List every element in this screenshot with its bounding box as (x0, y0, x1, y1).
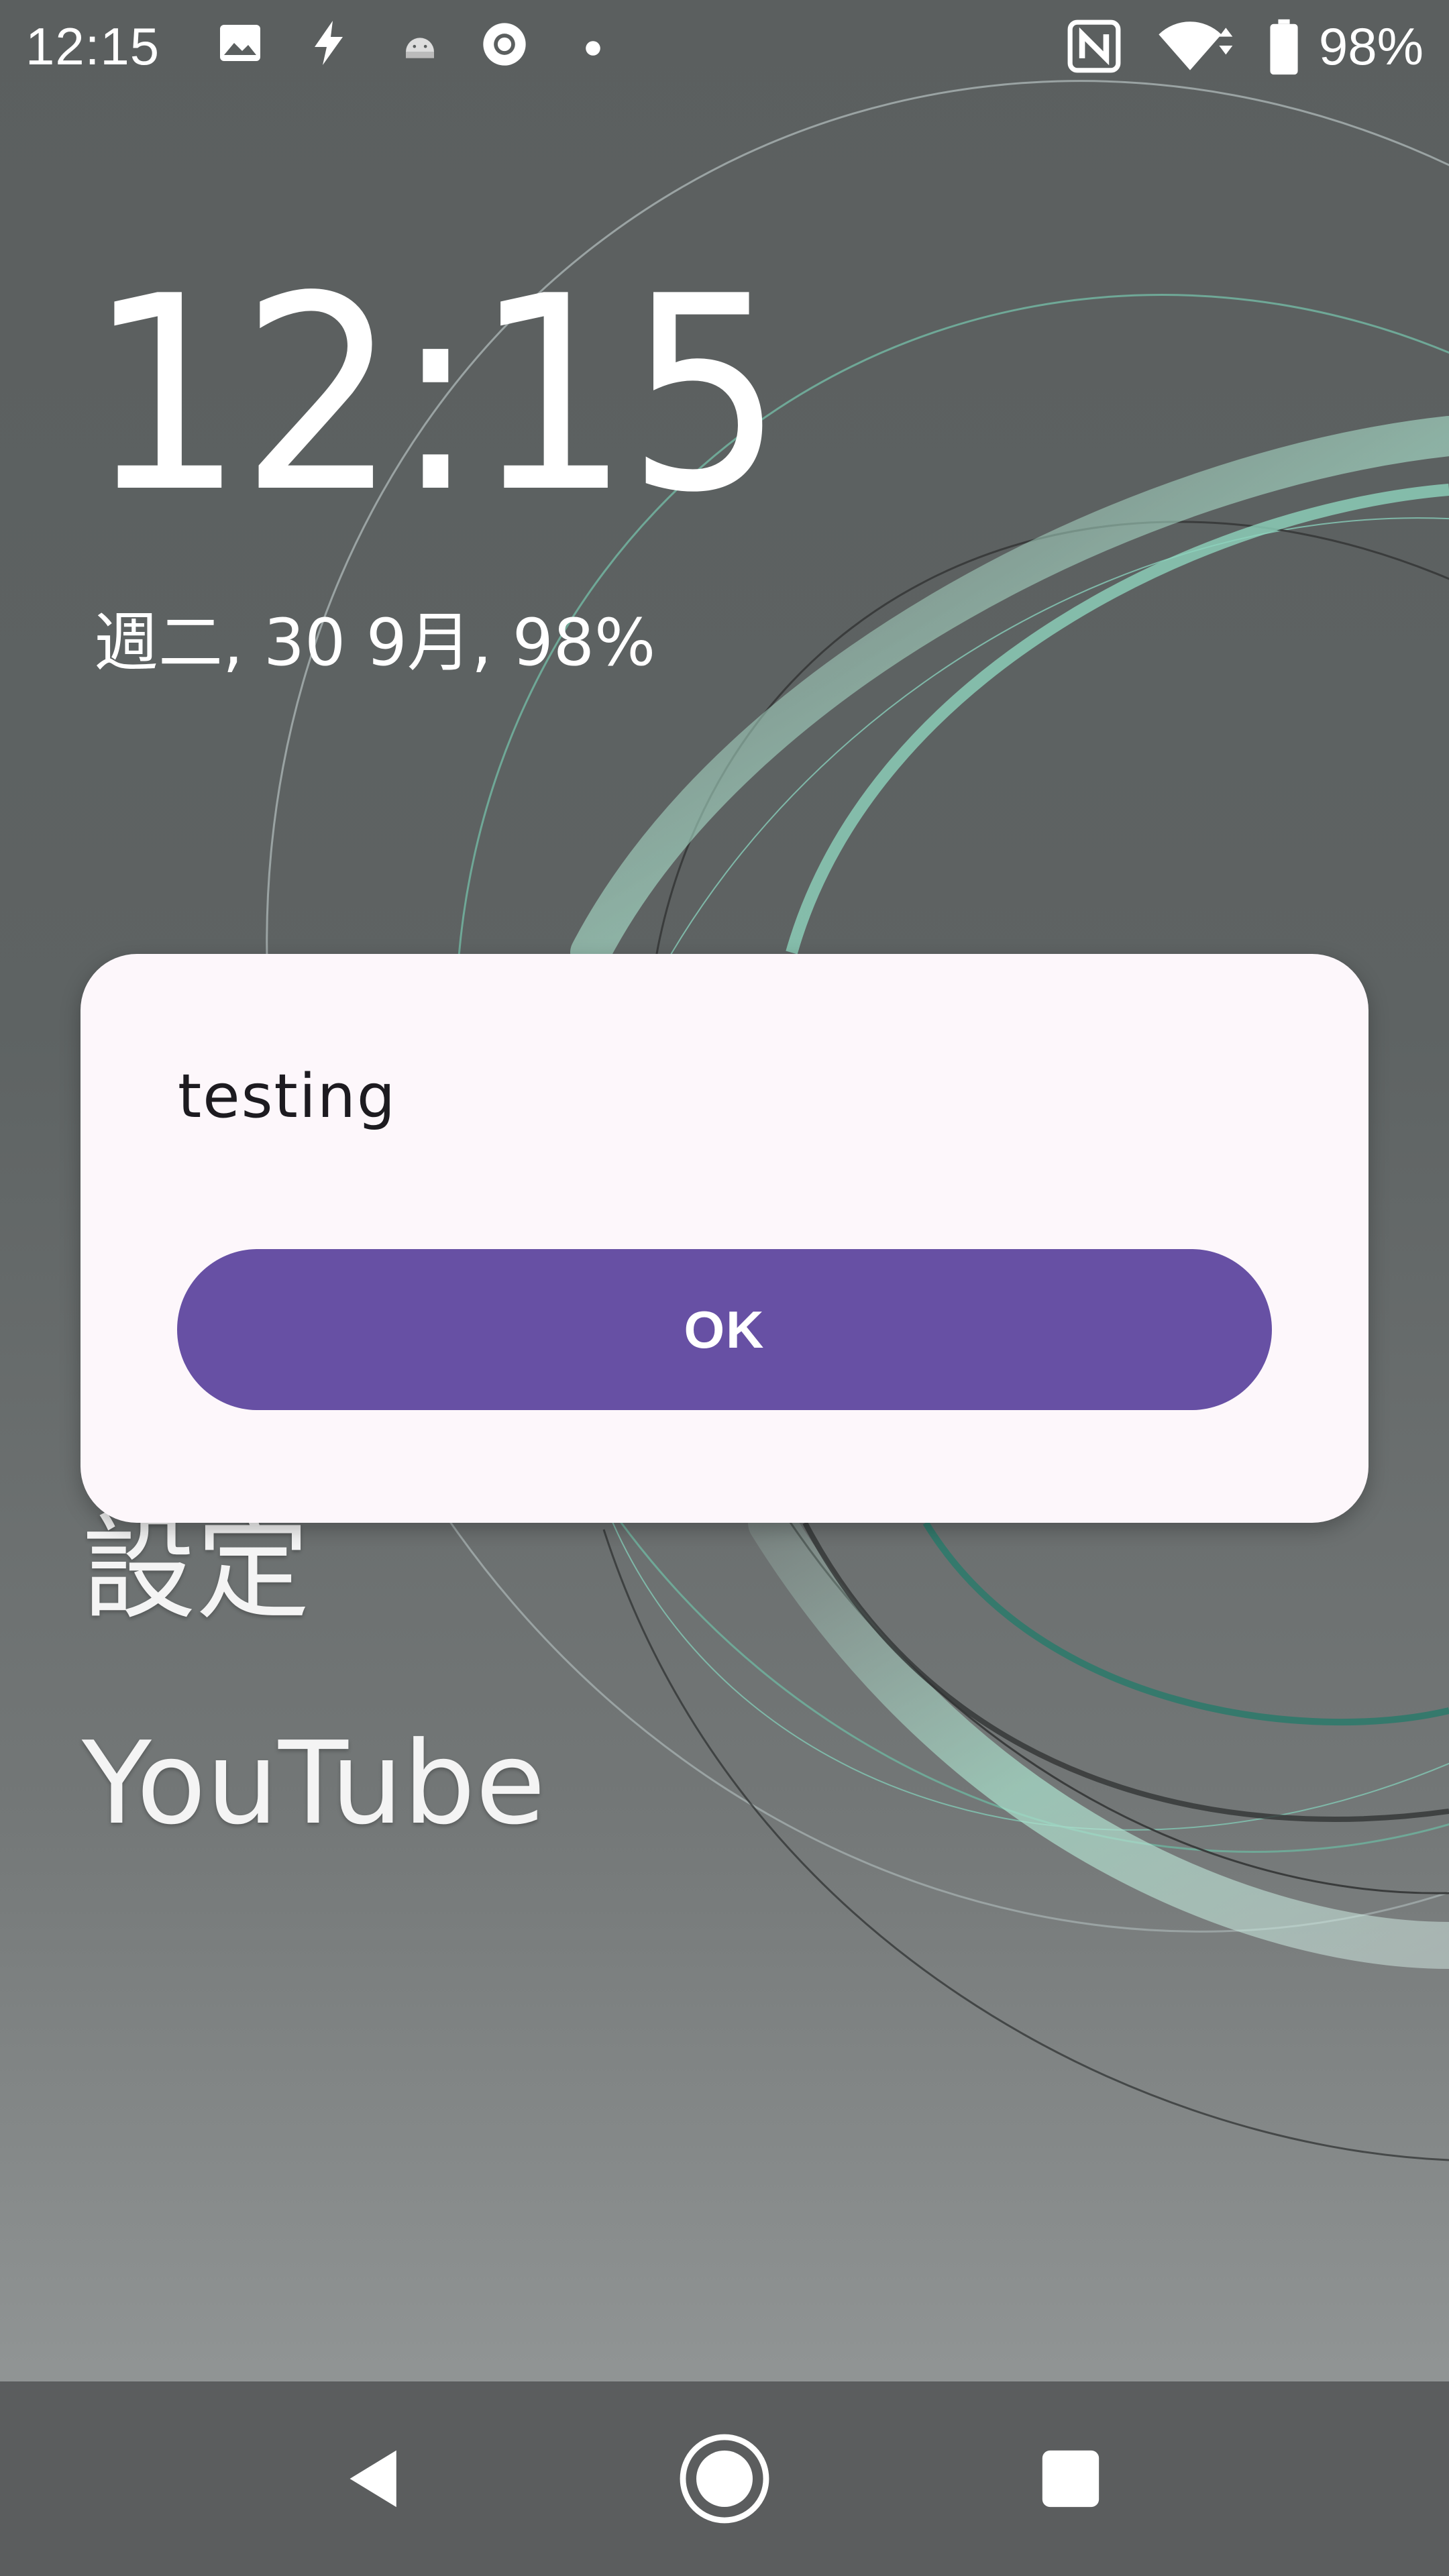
wifi-icon (1157, 19, 1237, 76)
alert-dialog: testing OK (80, 954, 1368, 1523)
lockscreen-clock: 12:15 (87, 239, 784, 551)
dot-icon (585, 40, 601, 60)
lockscreen-date: 週二, 30 9月, 98% (94, 605, 656, 680)
home-button[interactable] (624, 2381, 825, 2576)
dialog-message: testing (178, 1061, 397, 1132)
home-icon (680, 2434, 769, 2524)
status-time: 12:15 (25, 17, 160, 76)
nfc-icon (1065, 17, 1123, 78)
ok-button[interactable]: OK (177, 1249, 1272, 1410)
recents-icon (1042, 2450, 1099, 2508)
android-icon (401, 27, 439, 68)
flash-icon (309, 19, 349, 70)
battery-icon (1268, 19, 1300, 78)
back-icon (350, 2450, 396, 2508)
chrome-icon (479, 19, 530, 73)
back-button[interactable] (275, 2381, 476, 2576)
status-bar: 12:15 98% (0, 0, 1449, 101)
shortcut-youtube[interactable]: YouTube (82, 1717, 545, 1850)
battery-percent: 98% (1318, 17, 1424, 76)
image-icon (216, 19, 264, 70)
navigation-bar (0, 2381, 1449, 2576)
recents-button[interactable] (970, 2381, 1171, 2576)
